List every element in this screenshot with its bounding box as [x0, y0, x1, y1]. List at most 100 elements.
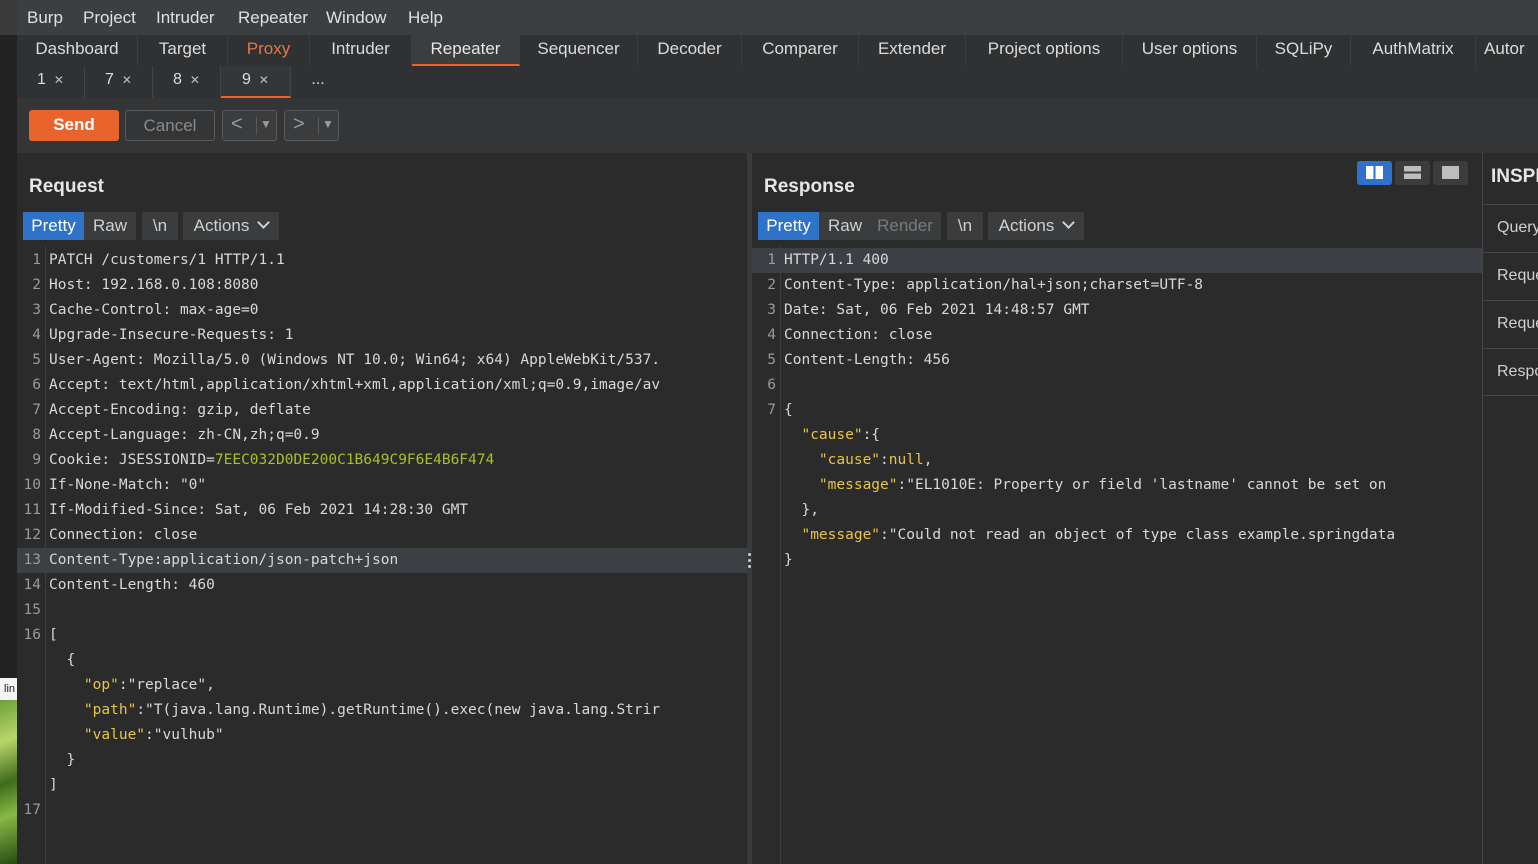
cancel-button[interactable]: Cancel: [125, 110, 215, 141]
desktop-label: lin: [0, 678, 17, 700]
dropdown-arrow-icon[interactable]: ▼: [322, 117, 334, 131]
code-line: }: [752, 548, 1482, 573]
repeater-tab-label: 1: [37, 71, 46, 88]
code-line: ]: [17, 773, 747, 798]
back-button[interactable]: < ▼: [222, 110, 277, 141]
close-icon[interactable]: ✕: [190, 73, 200, 87]
tab-decoder[interactable]: Decoder: [638, 35, 742, 66]
tab-sequencer[interactable]: Sequencer: [520, 35, 638, 66]
tab-intruder[interactable]: Intruder: [310, 35, 412, 66]
actions-dropdown[interactable]: Actions: [183, 212, 279, 240]
code-line: 12 Connection: close: [17, 523, 747, 548]
code-line: "message":"Could not read an object of t…: [752, 523, 1482, 548]
inspector-row-query[interactable]: Query: [1483, 204, 1538, 252]
menu-repeater[interactable]: Repeater: [238, 8, 308, 28]
inspector-panel: INSPE Query Reque Reque Respo: [1482, 153, 1538, 864]
tab-authmatrix[interactable]: AuthMatrix: [1351, 35, 1476, 66]
repeater-tab-1[interactable]: 1 ✕: [17, 66, 85, 98]
text-token: Content-Type: application/hal+json;chars…: [784, 277, 1204, 293]
rows-icon: [1404, 166, 1421, 179]
tab-newline[interactable]: \n: [142, 212, 178, 240]
line-text: "message":"Could not read an object of t…: [784, 523, 1395, 548]
actions-dropdown[interactable]: Actions: [988, 212, 1084, 240]
inspector-row-request-attributes[interactable]: Reque: [1483, 252, 1538, 300]
desktop-wallpaper: [0, 700, 17, 864]
repeater-tab-8[interactable]: 8 ✕: [153, 66, 221, 98]
repeater-tab-9[interactable]: 9 ✕: [221, 66, 291, 98]
menu-burp[interactable]: Burp: [27, 8, 63, 28]
tab-autorize[interactable]: Autor: [1476, 35, 1538, 66]
layout-toggle-group: [1357, 161, 1469, 185]
request-editor[interactable]: 1 PATCH /customers/1 HTTP/1.1 2 Host: 192.1…: [17, 246, 747, 864]
line-number: 17: [23, 802, 41, 818]
repeater-tab-label: 7: [105, 71, 114, 88]
tab-pretty[interactable]: Pretty: [758, 212, 819, 240]
menu-project[interactable]: Project: [83, 8, 136, 28]
tab-newline[interactable]: \n: [947, 212, 983, 240]
forward-button[interactable]: > ▼: [284, 110, 339, 141]
code-line: }: [17, 748, 747, 773]
line-number: 4: [32, 327, 41, 343]
tab-raw[interactable]: Raw: [819, 212, 871, 240]
tab-sqlipy[interactable]: SQLiPy: [1257, 35, 1351, 66]
tab-extender[interactable]: Extender: [859, 35, 966, 66]
dropdown-arrow-icon[interactable]: ▼: [260, 117, 272, 131]
desktop-strip: lin: [0, 0, 17, 864]
tab-target[interactable]: Target: [138, 35, 228, 66]
repeater-tab-label: 8: [173, 71, 182, 88]
code-line: 8 Accept-Language: zh-CN,zh;q=0.9: [17, 423, 747, 448]
tab-repeater[interactable]: Repeater: [412, 35, 520, 66]
text-token: }: [49, 752, 76, 768]
tab-dashboard[interactable]: Dashboard: [17, 35, 138, 66]
menu-bar: Burp Project Intruder Repeater Window He…: [17, 0, 1538, 35]
tab-user-options[interactable]: User options: [1123, 35, 1257, 66]
close-icon[interactable]: ✕: [259, 73, 269, 87]
line-number: 7: [32, 402, 41, 418]
line-text: "cause":null,: [784, 448, 933, 473]
line-number: 5: [767, 352, 776, 368]
side-by-side-layout-button[interactable]: [1357, 161, 1392, 185]
repeater-tab-new[interactable]: ...: [291, 66, 345, 98]
line-number: 13: [23, 552, 41, 568]
tab-pretty[interactable]: Pretty: [23, 212, 84, 240]
repeater-tab-label: 9: [242, 71, 251, 88]
menu-help[interactable]: Help: [408, 8, 443, 28]
line-text: "value":"vulhub": [49, 723, 224, 748]
line-text: If-Modified-Since: Sat, 06 Feb 2021 14:2…: [49, 498, 468, 523]
code-line: 6 Accept: text/html,application/xhtml+xml…: [17, 373, 747, 398]
tab-raw[interactable]: Raw: [84, 212, 136, 240]
cookie-value-token: 7EEC032D0DE200C1B649C9F6E4B6F474: [214, 452, 495, 468]
chevron-right-icon: >: [293, 113, 305, 135]
line-number: 11: [23, 502, 41, 518]
text-token: HTTP/1.1 400: [784, 252, 889, 268]
menu-intruder[interactable]: Intruder: [156, 8, 215, 28]
code-line: 10 If-None-Match: "0": [17, 473, 747, 498]
tab-proxy[interactable]: Proxy: [228, 35, 310, 66]
tab-comparer[interactable]: Comparer: [742, 35, 859, 66]
tab-project-options[interactable]: Project options: [966, 35, 1123, 66]
text-token: Host: 192.168.0.108:8080: [49, 277, 259, 293]
send-button[interactable]: Send: [29, 110, 119, 141]
menu-window[interactable]: Window: [326, 8, 386, 28]
divider: [318, 117, 319, 135]
code-line: 2 Host: 192.168.0.108:8080: [17, 273, 747, 298]
code-line: "cause":{: [752, 423, 1482, 448]
top-bottom-layout-button[interactable]: [1395, 161, 1430, 185]
line-number: 3: [32, 302, 41, 318]
line-number: 7: [767, 402, 776, 418]
tabbed-layout-button[interactable]: [1433, 161, 1468, 185]
inspector-row-response-headers[interactable]: Respo: [1483, 348, 1538, 396]
inspector-row-request-headers[interactable]: Reque: [1483, 300, 1538, 348]
code-line: "message":"EL1010E: Property or field 'l…: [752, 473, 1482, 498]
line-text: "cause":{: [784, 423, 880, 448]
line-text: Host: 192.168.0.108:8080: [49, 273, 259, 298]
close-icon[interactable]: ✕: [122, 73, 132, 87]
response-title: Response: [764, 176, 855, 197]
line-text: Content-Length: 460: [49, 573, 215, 598]
close-icon[interactable]: ✕: [54, 73, 64, 87]
repeater-tab-7[interactable]: 7 ✕: [85, 66, 153, 98]
code-line: 13 Content-Type:application/json-patch+js…: [17, 548, 747, 573]
response-editor[interactable]: 1 HTTP/1.1 400 2 Content-Type: application/…: [752, 246, 1482, 864]
tab-render[interactable]: Render: [869, 212, 941, 240]
